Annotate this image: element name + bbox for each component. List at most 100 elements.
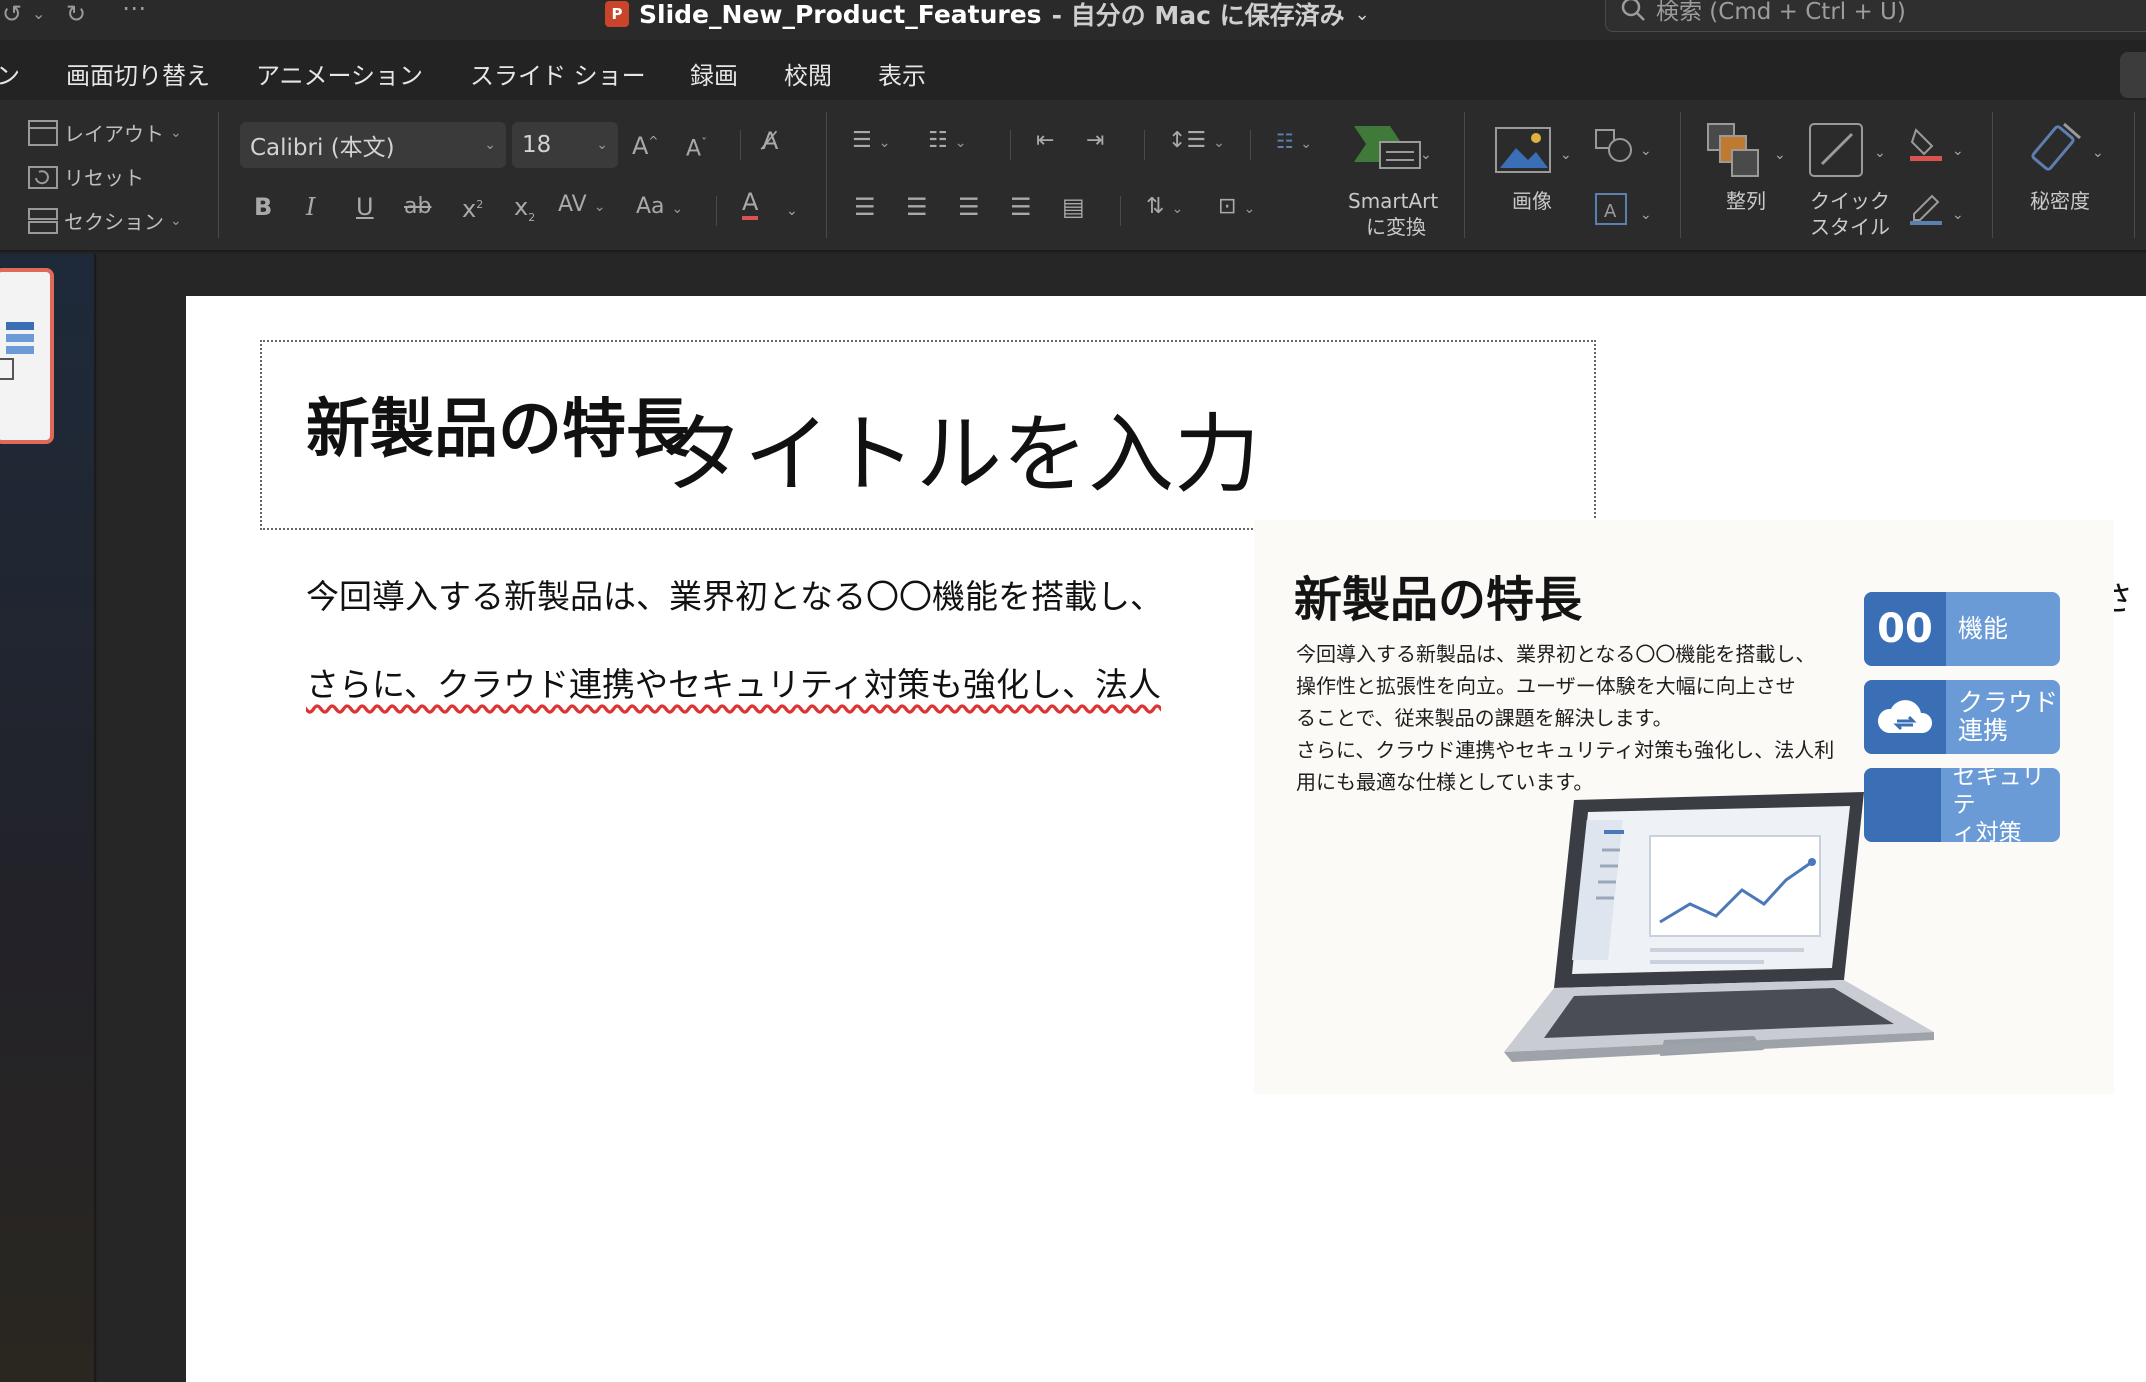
quick-styles-label-1[interactable]: クイック <box>1810 188 1890 214</box>
underline-icon[interactable]: U <box>356 192 374 222</box>
chevron-down-icon: ⌄ <box>596 137 608 153</box>
chevron-down-icon: ⌄ <box>170 212 182 229</box>
chevron-down-icon[interactable]: ⌄ <box>1640 136 1652 166</box>
ribbon-divider <box>740 130 741 160</box>
title-placeholder-text[interactable]: タイトルを入力 <box>658 384 1260 509</box>
columns-icon[interactable]: ☷ ⌄ <box>1276 126 1312 159</box>
section-label: セクション <box>64 210 164 234</box>
picture-label[interactable]: 画像 <box>1512 188 1552 214</box>
document-title[interactable]: P Slide_New_Product_Features - 自分の Mac に… <box>605 0 1370 32</box>
tab-view[interactable]: 表示 <box>878 56 926 91</box>
smartart-label-1[interactable]: SmartArt <box>1348 188 1438 214</box>
arrange-label[interactable]: 整列 <box>1726 188 1766 214</box>
feature-icon: 00 <box>1864 592 1946 666</box>
chevron-down-icon[interactable]: ⌄ <box>1874 138 1886 168</box>
reset-icon <box>28 165 58 189</box>
align-center-icon[interactable]: ☰ <box>906 192 928 222</box>
chevron-down-icon[interactable]: ⌄ <box>1420 140 1432 170</box>
tab-transitions[interactable]: 画面切り替え <box>66 56 210 91</box>
tab-animations[interactable]: アニメーション <box>256 56 423 91</box>
chevron-down-icon[interactable]: ⌄ <box>1560 140 1572 170</box>
decrease-indent-icon[interactable]: ⇤ <box>1036 126 1054 156</box>
chevron-down-icon[interactable]: ⌄ <box>1952 136 1964 166</box>
share-button[interactable] <box>2120 52 2146 98</box>
shape-fill-icon[interactable] <box>1908 126 1944 162</box>
tab-review[interactable]: 校閲 <box>784 56 832 91</box>
body-text-line[interactable]: さらに、クラウド連携やセキュリティ対策も強化し、法人 <box>306 658 1161 706</box>
sensitivity-label[interactable]: 秘密度 <box>2030 188 2090 214</box>
redo-icon[interactable]: ↻ <box>66 0 86 28</box>
body-text-line[interactable]: 今回導入する新製品は、業界初となる〇〇機能を搭載し、 <box>306 570 1163 618</box>
reset-button[interactable]: リセット <box>28 162 144 191</box>
document-name: Slide_New_Product_Features <box>639 0 1042 29</box>
bullets-icon[interactable]: ☰ ⌄ <box>852 126 890 158</box>
section-button[interactable]: セクション ⌄ <box>28 206 182 235</box>
feature-badge-cloud: クラウド 連携 <box>1864 680 2060 754</box>
chevron-down-icon[interactable]: ⌄ <box>1952 200 1964 230</box>
font-name-value: Calibri (本文) <box>250 135 395 161</box>
font-color-icon[interactable]: A <box>742 188 759 220</box>
ribbon-divider <box>1680 112 1681 238</box>
arrange-icon[interactable] <box>1706 122 1760 178</box>
undo-icon[interactable]: ↺ <box>2 0 22 28</box>
quick-styles-label-2[interactable]: スタイル <box>1810 214 1890 240</box>
superscript-icon[interactable]: x2 <box>462 190 483 224</box>
shapes-icon[interactable] <box>1594 128 1634 164</box>
thumbnail-feature-badge <box>6 346 34 354</box>
ribbon: レイアウト ⌄ リセット セクション ⌄ Calibri (本文) ⌄ 18 ⌄… <box>0 100 2146 252</box>
ribbon-divider <box>1120 196 1121 226</box>
strikethrough-icon[interactable]: ab <box>404 192 431 222</box>
font-size-dropdown[interactable]: 18 ⌄ <box>512 122 618 168</box>
sensitivity-icon[interactable] <box>2028 118 2088 178</box>
line-spacing-icon[interactable]: ↕☰ ⌄ <box>1168 126 1225 158</box>
more-icon[interactable]: ⋯ <box>122 0 146 22</box>
chevron-down-icon[interactable]: ⌄ <box>32 0 45 28</box>
tab-slideshow[interactable]: スライド ショー <box>470 56 646 91</box>
quick-styles-icon[interactable] <box>1806 120 1866 180</box>
ribbon-divider <box>1250 130 1251 160</box>
search-box[interactable]: 検索 (Cmd + Ctrl + U) <box>1605 0 2146 32</box>
align-left-icon[interactable]: ☰ <box>854 192 876 222</box>
distributed-icon[interactable]: ▤ <box>1062 192 1085 222</box>
layout-button[interactable]: レイアウト ⌄ <box>28 118 182 147</box>
inserted-image[interactable]: 新製品の特長 今回導入する新製品は、業界初となる〇〇機能を搭載し、 操作性と拡張… <box>1254 520 2114 1094</box>
increase-font-size-icon[interactable]: A^ <box>632 126 658 161</box>
italic-icon[interactable]: I <box>306 192 315 222</box>
smartart-icon[interactable] <box>1350 122 1426 172</box>
shape-outline-icon[interactable] <box>1908 190 1944 226</box>
slide-thumbnail-pane[interactable] <box>0 254 96 1382</box>
thumbnail-laptop <box>0 358 14 380</box>
chevron-down-icon[interactable]: ⌄ <box>1640 200 1652 230</box>
picture-icon[interactable] <box>1494 126 1552 174</box>
search-placeholder: 検索 (Cmd + Ctrl + U) <box>1656 0 1906 25</box>
tab-record[interactable]: 録画 <box>690 56 738 91</box>
slide-title[interactable]: 新製品の特長 <box>306 378 690 470</box>
subscript-icon[interactable]: x2 <box>514 192 535 233</box>
increase-indent-icon[interactable]: ⇥ <box>1086 126 1104 156</box>
character-spacing-icon[interactable]: AV ⌄ <box>558 190 605 222</box>
numbering-icon[interactable]: ☷ ⌄ <box>928 126 966 158</box>
slide-thumbnail[interactable] <box>0 268 54 444</box>
chevron-down-icon: ⌄ <box>484 137 496 153</box>
laptop-illustration <box>1504 792 1934 1062</box>
tab-design[interactable]: ン <box>0 56 20 91</box>
smartart-label-2[interactable]: に変換 <box>1366 214 1426 240</box>
align-text-icon[interactable]: ⊡ ⌄ <box>1218 192 1255 224</box>
bold-icon[interactable]: B <box>254 192 272 222</box>
justify-icon[interactable]: ☰ <box>1010 192 1032 222</box>
decrease-font-size-icon[interactable]: Aˇ <box>686 128 707 164</box>
chevron-down-icon: ⌄ <box>1354 3 1370 25</box>
change-case-icon[interactable]: Aa ⌄ <box>636 192 683 224</box>
font-name-dropdown[interactable]: Calibri (本文) ⌄ <box>240 122 506 168</box>
layout-label: レイアウト <box>64 122 164 146</box>
image-text-line: ることで、従来製品の課題を解決します。 <box>1296 706 1673 730</box>
chevron-down-icon[interactable]: ⌄ <box>786 196 798 226</box>
text-box-icon[interactable]: A <box>1594 192 1628 226</box>
chevron-down-icon[interactable]: ⌄ <box>2092 138 2104 168</box>
chevron-down-icon[interactable]: ⌄ <box>1774 140 1786 170</box>
text-direction-icon[interactable]: ⇅ ⌄ <box>1146 192 1183 224</box>
clear-formatting-icon[interactable]: A̸ <box>762 126 778 156</box>
layout-icon <box>28 119 58 146</box>
thumbnail-feature-badge <box>6 322 34 330</box>
align-right-icon[interactable]: ☰ <box>958 192 980 222</box>
